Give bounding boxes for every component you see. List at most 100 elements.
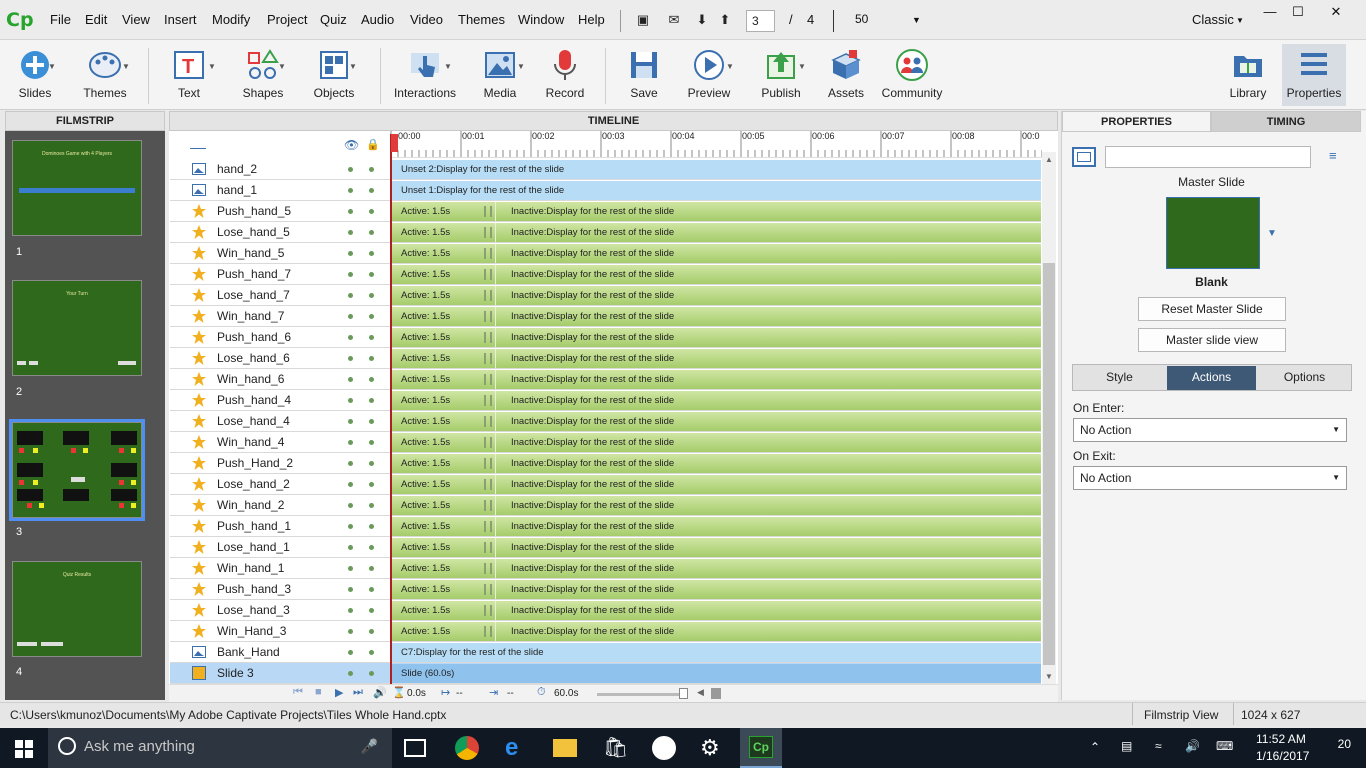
- keyboard-icon[interactable]: ⌨: [1216, 739, 1233, 753]
- pause-marker-icon[interactable]: [484, 416, 492, 427]
- visibility-toggle[interactable]: [348, 272, 353, 277]
- timeline-row[interactable]: Push_hand_7 Active: 1.5s Inactive:Display …: [170, 264, 1041, 285]
- timeline-bar[interactable]: Active: 1.5s Inactive:Display for the res…: [391, 244, 1041, 263]
- timeline-bar[interactable]: Active: 1.5s Inactive:Display for the res…: [391, 538, 1041, 557]
- lock-icon[interactable]: 🔒: [366, 138, 380, 151]
- timeline-row[interactable]: Push_hand_6 Active: 1.5s Inactive:Display …: [170, 327, 1041, 348]
- microphone-icon[interactable]: 🎤: [361, 738, 378, 755]
- visibility-toggle[interactable]: [348, 608, 353, 613]
- timeline-bar[interactable]: Active: 1.5s Inactive:Display for the res…: [391, 286, 1041, 305]
- timeline-row[interactable]: Push_Hand_2 Active: 1.5s Inactive:Display …: [170, 453, 1041, 474]
- visibility-toggle[interactable]: [348, 356, 353, 361]
- visibility-toggle[interactable]: [348, 587, 353, 592]
- timeline-bar[interactable]: Active: 1.5s Inactive:Display for the res…: [391, 475, 1041, 494]
- timeline-bar[interactable]: Active: 1.5s Inactive:Display for the res…: [391, 202, 1041, 221]
- pause-marker-icon[interactable]: [484, 311, 492, 322]
- visibility-toggle[interactable]: [348, 230, 353, 235]
- timeline-row[interactable]: Push_hand_3 Active: 1.5s Inactive:Display …: [170, 579, 1041, 600]
- timeline-bar[interactable]: Active: 1.5s Inactive:Display for the res…: [391, 622, 1041, 641]
- visibility-toggle[interactable]: [348, 398, 353, 403]
- menu-modify[interactable]: Modify: [212, 12, 250, 27]
- chevron-down-icon[interactable]: ▼: [912, 15, 921, 25]
- lock-toggle[interactable]: [369, 650, 374, 655]
- visibility-toggle[interactable]: [348, 461, 353, 466]
- publish-button[interactable]: ▼ Publish: [746, 44, 816, 106]
- mail-icon[interactable]: ✉: [666, 12, 682, 28]
- pause-marker-icon[interactable]: [484, 521, 492, 532]
- tab-properties[interactable]: PROPERTIES: [1062, 111, 1211, 132]
- lock-toggle[interactable]: [369, 629, 374, 634]
- eye-icon[interactable]: 👁: [344, 138, 359, 152]
- timeline-row[interactable]: Win_hand_2 Active: 1.5s Inactive:Display f…: [170, 495, 1041, 516]
- subtab-style[interactable]: Style: [1073, 366, 1166, 390]
- slides-button[interactable]: ▼ Slides: [0, 44, 70, 106]
- lock-toggle[interactable]: [369, 503, 374, 508]
- lock-toggle[interactable]: [369, 230, 374, 235]
- visibility-toggle[interactable]: [348, 566, 353, 571]
- master-slide-preview[interactable]: [1166, 197, 1260, 269]
- timeline-row[interactable]: hand_2 Unset 2:Display for the rest of th…: [170, 159, 1041, 180]
- objects-button[interactable]: ▼ Objects: [299, 44, 369, 106]
- menu-project[interactable]: Project: [267, 12, 307, 27]
- master-slide-view-button[interactable]: Master slide view: [1138, 328, 1286, 352]
- timeline-row[interactable]: Slide 3 Slide (60.0s): [170, 663, 1041, 684]
- arrow-down-icon[interactable]: ⬇: [694, 12, 710, 28]
- action-center-icon[interactable]: 20: [1323, 737, 1351, 759]
- pause-marker-icon[interactable]: [484, 290, 492, 301]
- timeline-bar[interactable]: Active: 1.5s Inactive:Display for the res…: [391, 559, 1041, 578]
- menu-window[interactable]: Window: [518, 12, 564, 27]
- play-icon[interactable]: ▶: [335, 686, 343, 699]
- timeline-bar[interactable]: Active: 1.5s Inactive:Display for the res…: [391, 349, 1041, 368]
- menu-help[interactable]: Help: [578, 12, 605, 27]
- timeline-bar[interactable]: Active: 1.5s Inactive:Display for the res…: [391, 601, 1041, 620]
- lock-toggle[interactable]: [369, 461, 374, 466]
- scroll-left-icon[interactable]: ◀: [697, 687, 704, 698]
- maximize-button[interactable]: ☐: [1280, 0, 1316, 24]
- timeline-bar[interactable]: Slide (60.0s): [391, 664, 1041, 683]
- shapes-button[interactable]: ▼ Shapes: [228, 44, 298, 106]
- on-enter-select[interactable]: No Action ▼: [1073, 418, 1347, 442]
- visibility-toggle[interactable]: [348, 335, 353, 340]
- scrollbar-thumb[interactable]: [1043, 263, 1055, 665]
- menu-view[interactable]: View: [122, 12, 150, 27]
- arrow-up-icon[interactable]: ⬆: [717, 12, 733, 28]
- timeline-bar[interactable]: Unset 2:Display for the rest of the slid…: [391, 160, 1041, 179]
- timeline-row[interactable]: hand_1 Unset 1:Display for the rest of th…: [170, 180, 1041, 201]
- menu-insert[interactable]: Insert: [164, 12, 197, 27]
- timeline-row[interactable]: Win_hand_4 Active: 1.5s Inactive:Display f…: [170, 432, 1041, 453]
- volume-icon[interactable]: 🔊: [1185, 739, 1200, 753]
- zoom-slider[interactable]: [597, 693, 685, 696]
- timeline-bar[interactable]: Active: 1.5s Inactive:Display for the res…: [391, 433, 1041, 452]
- slide-name-input[interactable]: [1105, 146, 1311, 168]
- timeline-bar[interactable]: Active: 1.5s Inactive:Display for the res…: [391, 265, 1041, 284]
- community-button[interactable]: Community: [877, 44, 947, 106]
- slide-thumbnail-1[interactable]: Dominoes Game with 4 Players: [12, 140, 142, 236]
- pause-marker-icon[interactable]: [484, 269, 492, 280]
- pause-marker-icon[interactable]: [484, 563, 492, 574]
- pause-marker-icon[interactable]: [484, 395, 492, 406]
- skip-start-icon[interactable]: ⏮: [293, 686, 303, 699]
- lock-toggle[interactable]: [369, 293, 374, 298]
- timeline-bar[interactable]: Active: 1.5s Inactive:Display for the res…: [391, 370, 1041, 389]
- timeline-row[interactable]: Bank_Hand C7:Display for the rest of the …: [170, 642, 1041, 663]
- menu-audio[interactable]: Audio: [361, 12, 394, 27]
- visibility-toggle[interactable]: [348, 524, 353, 529]
- visibility-toggle[interactable]: [348, 188, 353, 193]
- visibility-toggle[interactable]: [348, 671, 353, 676]
- pause-marker-icon[interactable]: [484, 542, 492, 553]
- menu-themes[interactable]: Themes: [458, 12, 505, 27]
- settings-gear-icon[interactable]: ⚙: [700, 736, 724, 760]
- lock-toggle[interactable]: [369, 356, 374, 361]
- timeline-bar[interactable]: Active: 1.5s Inactive:Display for the res…: [391, 580, 1041, 599]
- horizontal-scroll-thumb[interactable]: [711, 688, 721, 699]
- store-icon[interactable]: 🛍: [603, 736, 628, 760]
- chrome-icon[interactable]: [455, 736, 479, 760]
- lock-toggle[interactable]: [369, 209, 374, 214]
- pause-marker-icon[interactable]: [484, 479, 492, 490]
- timeline-row[interactable]: Lose_hand_3 Active: 1.5s Inactive:Display …: [170, 600, 1041, 621]
- timeline-row[interactable]: Lose_hand_1 Active: 1.5s Inactive:Display …: [170, 537, 1041, 558]
- timeline-bar[interactable]: Active: 1.5s Inactive:Display for the res…: [391, 412, 1041, 431]
- pause-marker-icon[interactable]: [484, 458, 492, 469]
- timeline-row[interactable]: Win_hand_1 Active: 1.5s Inactive:Display f…: [170, 558, 1041, 579]
- subtab-actions[interactable]: Actions: [1167, 366, 1256, 390]
